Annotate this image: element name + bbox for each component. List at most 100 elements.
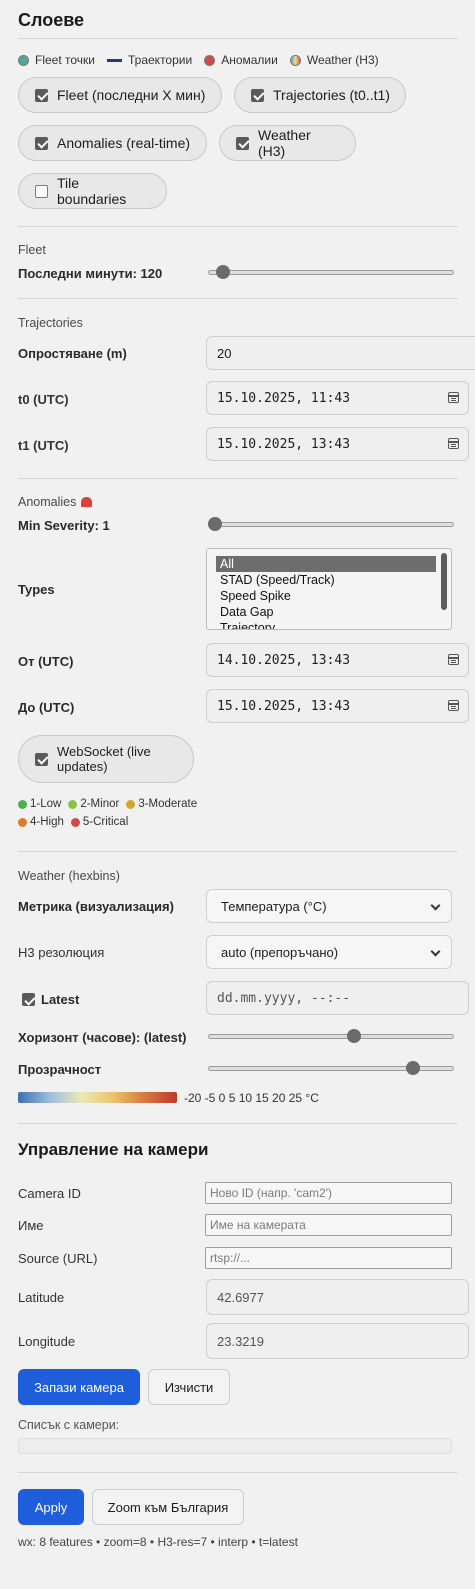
clear-button[interactable]: Изчисти	[148, 1369, 230, 1405]
save-camera-button[interactable]: Запази камера	[18, 1369, 140, 1405]
lightgreen-dot-icon	[68, 799, 78, 809]
chevron-down-icon	[430, 900, 441, 911]
fleet-section-title: Fleet	[18, 243, 46, 257]
tile-boundaries-checkbox[interactable]	[35, 184, 48, 198]
slider-thumb[interactable]	[347, 1029, 361, 1043]
anomalies-section-label: Anomalies	[18, 495, 77, 509]
camera-name-input[interactable]: Име на камерата	[205, 1214, 452, 1236]
latest-datetime-input[interactable]: dd.mm.yyyy, --:--	[206, 981, 469, 1015]
from-datetime-input[interactable]: 14.10.2025, 13:43	[206, 643, 469, 677]
t0-datetime-input[interactable]: 15.10.2025, 11:43	[206, 381, 469, 415]
longitude-input[interactable]: 23.3219	[206, 1323, 469, 1359]
severity-label: Min Severity: 1	[18, 518, 110, 533]
latest-checkbox[interactable]	[22, 993, 35, 1006]
red-dot-icon	[70, 817, 80, 827]
toggle-fleet[interactable]: Fleet (последни X мин)	[18, 77, 222, 113]
zoom-bulgaria-button[interactable]: Zoom към България	[92, 1489, 244, 1525]
calendar-icon[interactable]	[448, 654, 459, 665]
legend-weather-label: Weather (H3)	[306, 53, 379, 67]
from-label: От (UTC)	[18, 654, 74, 669]
chevron-down-icon	[430, 946, 441, 957]
color-scale-labels: -20 -5 0 5 10 15 20 25 °C	[184, 1091, 319, 1105]
severity-legend-item: 5-Critical	[70, 816, 129, 828]
severity-legend-label: 1-Low	[30, 798, 62, 810]
legend-weather: Weather (H3)	[289, 53, 379, 67]
divider	[18, 298, 458, 299]
legend-anomalies: Аномалии	[204, 53, 278, 67]
red-dot-icon	[204, 54, 216, 66]
color-scale-bar	[18, 1092, 177, 1103]
to-value: 15.10.2025, 13:43	[217, 698, 351, 714]
toggle-weather[interactable]: Weather (H3)	[219, 125, 356, 161]
divider	[18, 851, 458, 852]
slider-thumb[interactable]	[216, 265, 230, 279]
panel-title: Слоеве	[18, 10, 85, 30]
simplify-value: 20	[217, 345, 232, 361]
calendar-icon[interactable]	[448, 438, 459, 449]
t1-datetime-input[interactable]: 15.10.2025, 13:43	[206, 427, 469, 461]
severity-legend-label: 4-High	[30, 816, 64, 828]
green-dot-icon	[18, 799, 27, 809]
divider	[18, 478, 458, 479]
status-text: wx: 8 features • zoom=8 • H3-res=7 • int…	[18, 1535, 298, 1549]
legend-anomalies-label: Аномалии	[221, 53, 278, 67]
types-listbox[interactable]: All STAD (Speed/Track) Speed Spike Data …	[206, 548, 452, 630]
slider-thumb[interactable]	[406, 1061, 420, 1075]
websocket-checkbox[interactable]	[35, 752, 48, 766]
anomalies-checkbox[interactable]	[35, 136, 48, 150]
severity-legend-label: 5-Critical	[82, 816, 129, 828]
t0-value: 15.10.2025, 11:43	[217, 390, 351, 406]
toggle-weather-label: Weather (H3)	[258, 127, 311, 159]
camera-name-label: Име	[18, 1218, 44, 1233]
toggle-anomalies-label: Anomalies (real-time)	[57, 135, 191, 151]
simplify-input[interactable]: 20	[206, 336, 475, 370]
toggle-websocket[interactable]: WebSocket (live updates)	[18, 735, 194, 783]
toggle-trajectories-label: Trajectories (t0..t1)	[273, 87, 390, 103]
t1-value: 15.10.2025, 13:43	[217, 436, 351, 452]
latitude-input[interactable]: 42.6977	[206, 1279, 469, 1315]
opacity-slider[interactable]	[208, 1060, 454, 1076]
simplify-label: Опростяване (m)	[18, 346, 127, 361]
longitude-value: 23.3219	[217, 1333, 264, 1349]
source-placeholder: rtsp://...	[210, 1251, 251, 1265]
apply-button[interactable]: Apply	[18, 1489, 84, 1525]
layers-panel: Слоеве Fleet точки Траектории Аномалии W…	[0, 0, 475, 1589]
latest-toggle[interactable]: Latest	[22, 992, 79, 1007]
types-option[interactable]: Trajectory	[216, 620, 436, 629]
cameras-title: Управление на камери	[18, 1140, 209, 1159]
severity-legend-item: 4-High	[18, 816, 64, 828]
weather-section-title: Weather (hexbins)	[18, 869, 120, 883]
calendar-icon[interactable]	[448, 700, 459, 711]
horizon-slider[interactable]	[208, 1028, 454, 1044]
toggle-trajectories[interactable]: Trajectories (t0..t1)	[234, 77, 406, 113]
camera-id-input[interactable]: Ново ID (напр. 'cam2')	[205, 1182, 452, 1204]
types-option[interactable]: Speed Spike	[216, 588, 436, 604]
camera-list[interactable]	[18, 1438, 452, 1454]
h3-resolution-select[interactable]: auto (препоръчано)	[206, 935, 452, 969]
metric-label: Метрика (визуализация)	[18, 899, 174, 914]
calendar-icon[interactable]	[448, 392, 459, 403]
metric-select[interactable]: Температура (°C)	[206, 889, 452, 923]
severity-legend-label: 3-Moderate	[138, 798, 198, 810]
metric-value: Температура (°C)	[221, 898, 327, 914]
source-input[interactable]: rtsp://...	[205, 1247, 452, 1269]
from-value: 14.10.2025, 13:43	[217, 652, 351, 668]
types-option[interactable]: All	[216, 556, 436, 572]
longitude-label: Longitude	[18, 1334, 76, 1349]
slider-thumb[interactable]	[208, 517, 222, 531]
fleet-checkbox[interactable]	[35, 88, 48, 102]
types-option[interactable]: Data Gap	[216, 604, 436, 620]
weather-checkbox[interactable]	[236, 136, 249, 150]
toggle-tile-boundaries[interactable]: Tile boundaries	[18, 173, 167, 209]
severity-legend-label: 2-Minor	[80, 798, 120, 810]
severity-legend-item: 3-Moderate	[126, 798, 197, 810]
trajectories-checkbox[interactable]	[251, 88, 264, 102]
camera-name-placeholder: Име на камерата	[210, 1218, 306, 1232]
severity-slider[interactable]	[208, 516, 454, 532]
listbox-scrollbar[interactable]	[441, 553, 447, 610]
divider	[18, 38, 458, 39]
to-datetime-input[interactable]: 15.10.2025, 13:43	[206, 689, 469, 723]
fleet-minutes-slider[interactable]	[208, 264, 454, 280]
types-option[interactable]: STAD (Speed/Track)	[216, 572, 436, 588]
toggle-anomalies[interactable]: Anomalies (real-time)	[18, 125, 207, 161]
